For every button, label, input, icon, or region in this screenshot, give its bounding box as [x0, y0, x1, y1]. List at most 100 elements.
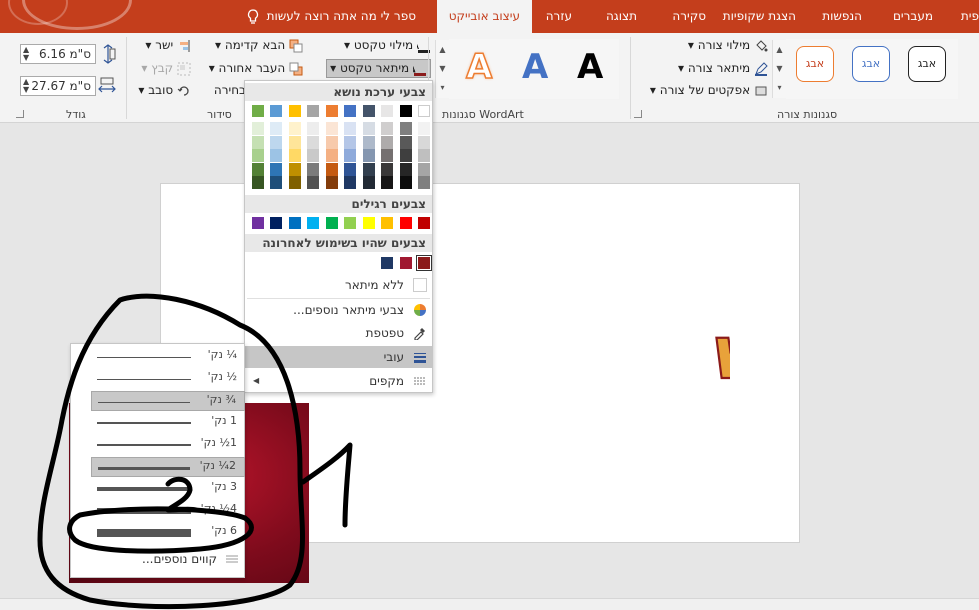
standard-color-swatch[interactable] — [307, 217, 319, 229]
theme-shade-swatch[interactable] — [399, 162, 412, 176]
theme-shade-swatch[interactable] — [418, 176, 430, 189]
standard-color-swatch[interactable] — [270, 217, 282, 229]
theme-color-swatch[interactable] — [307, 105, 319, 117]
theme-shade-swatch[interactable] — [399, 135, 412, 149]
scroll-up-icon[interactable]: ▲ — [773, 40, 786, 59]
tab-review[interactable]: סקירה — [672, 0, 706, 33]
theme-color-swatch[interactable] — [251, 105, 264, 117]
line-weight-option[interactable]: 2¼ נק' — [91, 457, 245, 477]
spin-arrows-icon[interactable]: ▲ ▼ — [23, 78, 29, 94]
standard-color-swatch[interactable] — [251, 217, 264, 229]
shape-style-orange[interactable]: אבג — [796, 46, 834, 82]
tab-transitions[interactable]: מעברים — [893, 0, 933, 33]
standard-color-swatch[interactable] — [344, 217, 356, 229]
bring-forward-button[interactable]: הבא קדימה ▾ — [215, 38, 303, 53]
tab-view[interactable]: תצוגה — [606, 0, 637, 33]
theme-shade-swatch[interactable] — [418, 149, 430, 162]
standard-color-swatch[interactable] — [325, 217, 338, 229]
line-weight-option[interactable]: ½ נק' — [91, 369, 245, 389]
theme-shade-swatch[interactable] — [251, 176, 264, 189]
theme-shade-swatch[interactable] — [270, 135, 282, 149]
theme-shade-swatch[interactable] — [307, 149, 319, 162]
theme-shade-swatch[interactable] — [344, 149, 356, 162]
theme-color-swatch[interactable] — [344, 105, 356, 117]
recent-color-swatch[interactable] — [416, 255, 432, 271]
theme-color-swatch[interactable] — [288, 105, 301, 117]
tab-animations[interactable]: הנפשות — [822, 0, 862, 33]
theme-shade-swatch[interactable] — [251, 149, 264, 162]
theme-shade-swatch[interactable] — [307, 176, 319, 189]
theme-shade-swatch[interactable] — [270, 176, 282, 189]
shape-fill-button[interactable]: מילוי צורה ▾ — [688, 38, 768, 53]
line-weight-option[interactable]: ¾ נק' — [91, 391, 245, 411]
theme-shade-swatch[interactable] — [251, 122, 264, 135]
theme-shade-swatch[interactable] — [362, 135, 375, 149]
line-weight-option[interactable]: 3 נק' — [91, 479, 245, 499]
line-weight-option[interactable]: 4½ נק' — [91, 501, 245, 521]
theme-shade-swatch[interactable] — [307, 122, 319, 135]
shape-style-blue[interactable]: אבג — [852, 46, 890, 82]
shape-gallery-scroll[interactable]: ▲ ▼ ▾ — [772, 40, 786, 98]
theme-color-swatch[interactable] — [270, 105, 282, 117]
theme-color-swatch[interactable] — [362, 105, 375, 117]
group-button[interactable]: קבץ ▾ — [141, 61, 191, 76]
theme-shade-swatch[interactable] — [344, 135, 356, 149]
theme-shade-swatch[interactable] — [270, 162, 282, 176]
theme-shade-swatch[interactable] — [399, 176, 412, 189]
theme-shade-swatch[interactable] — [381, 122, 393, 135]
line-weight-option[interactable]: ¼ נק' — [91, 347, 245, 367]
theme-shade-swatch[interactable] — [325, 176, 338, 189]
theme-color-swatch[interactable] — [399, 105, 412, 117]
align-button[interactable]: ישר ▾ — [145, 38, 191, 53]
theme-shade-swatch[interactable] — [418, 162, 430, 176]
theme-color-swatch[interactable] — [381, 105, 393, 117]
standard-color-swatch[interactable] — [399, 217, 412, 229]
theme-shade-swatch[interactable] — [325, 122, 338, 135]
theme-shade-swatch[interactable] — [344, 162, 356, 176]
eyedropper-item[interactable]: טפטפת — [245, 322, 432, 344]
wordart-style-blue[interactable]: A — [522, 49, 548, 85]
tab-format[interactable]: עיצוב אובייקט — [436, 0, 532, 33]
shape-effects-button[interactable]: אפקטים של צורה ▾ — [650, 83, 768, 98]
theme-color-swatch[interactable] — [325, 105, 338, 117]
theme-shade-swatch[interactable] — [344, 176, 356, 189]
shape-styles-dialog-launcher[interactable] — [634, 110, 642, 118]
theme-shade-swatch[interactable] — [381, 149, 393, 162]
shape-style-black[interactable]: אבג — [908, 46, 946, 82]
theme-shade-swatch[interactable] — [270, 149, 282, 162]
no-outline-item[interactable]: ללא מיתאר — [245, 274, 432, 296]
more-icon[interactable]: ▾ — [773, 78, 786, 97]
text-outline-button[interactable]: A מיתאר טקסט ▾ — [326, 59, 431, 78]
wordart-style-black[interactable]: A — [577, 49, 603, 85]
theme-shade-swatch[interactable] — [288, 122, 301, 135]
rotate-button[interactable]: סובב ▾ — [138, 83, 191, 98]
tab-slideshow[interactable]: הצגת שקופיות — [723, 0, 796, 33]
theme-shade-swatch[interactable] — [381, 162, 393, 176]
theme-shade-swatch[interactable] — [381, 176, 393, 189]
recent-color-swatch[interactable] — [399, 257, 412, 269]
theme-shade-swatch[interactable] — [325, 162, 338, 176]
theme-shade-swatch[interactable] — [307, 135, 319, 149]
size-dialog-launcher[interactable] — [16, 110, 24, 118]
tab-help[interactable]: עזרה — [546, 0, 572, 33]
tab-file[interactable]: פית — [961, 0, 979, 33]
text-fill-button[interactable]: A מילוי טקסט ▾ — [344, 38, 431, 53]
theme-shade-swatch[interactable] — [288, 162, 301, 176]
height-input[interactable]: ▲ ▼ 6.16 ס"מ — [20, 44, 96, 64]
tell-me-box[interactable]: ספר לי מה אתה רוצה לעשות — [247, 0, 416, 33]
send-backward-button[interactable]: העבר אחורה ▾ — [209, 61, 303, 76]
theme-shade-swatch[interactable] — [418, 135, 430, 149]
scroll-down-icon[interactable]: ▼ — [773, 59, 786, 78]
theme-shade-swatch[interactable] — [288, 149, 301, 162]
theme-color-swatch[interactable] — [418, 105, 430, 117]
theme-shade-swatch[interactable] — [344, 122, 356, 135]
wordart-style-orange[interactable]: A — [465, 48, 493, 86]
theme-shade-swatch[interactable] — [362, 162, 375, 176]
standard-color-swatch[interactable] — [381, 217, 393, 229]
line-weight-option[interactable]: 1½ נק' — [91, 435, 245, 455]
theme-shade-swatch[interactable] — [307, 162, 319, 176]
theme-shade-swatch[interactable] — [325, 149, 338, 162]
theme-shade-swatch[interactable] — [362, 122, 375, 135]
standard-color-swatch[interactable] — [288, 217, 301, 229]
theme-shade-swatch[interactable] — [288, 176, 301, 189]
